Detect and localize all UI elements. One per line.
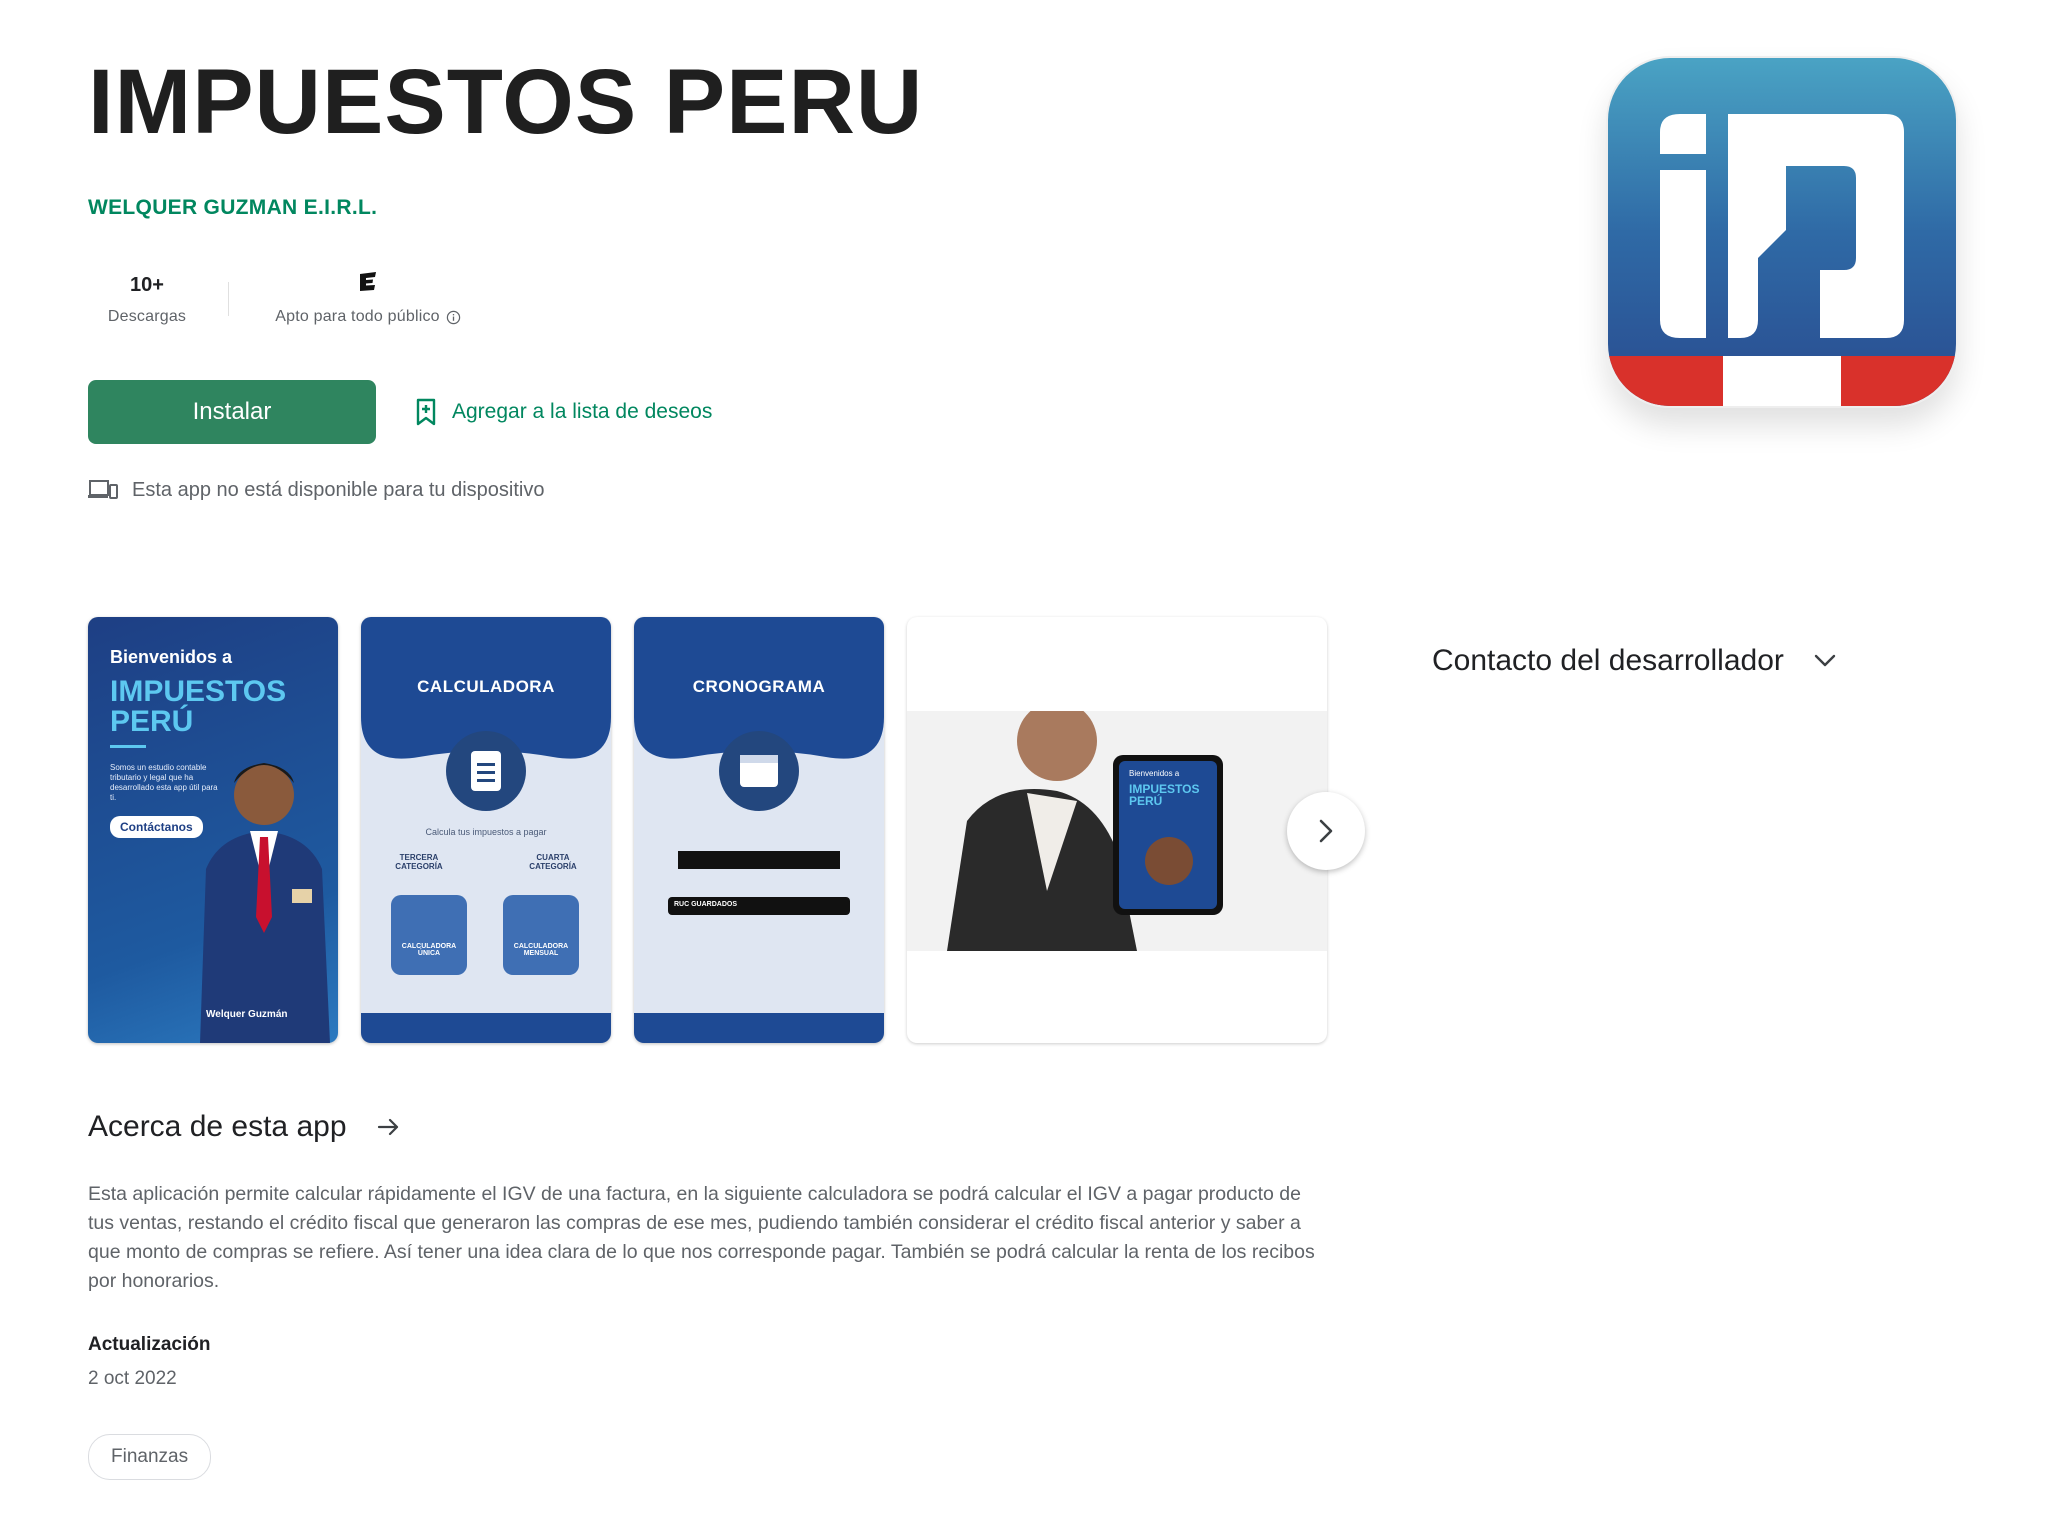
downloads-value: 10+	[130, 274, 164, 296]
bookmark-add-icon	[416, 398, 436, 426]
updated-value: 2 oct 2022	[88, 1368, 177, 1389]
shot2-tile2: CALCULADORA MENSUAL	[513, 943, 569, 957]
shot4-title: IMPUESTOS PERÚ	[1129, 782, 1200, 808]
app-title: IMPUESTOS PERU	[88, 51, 924, 153]
downloads-label: Descargas	[107, 308, 187, 325]
chevron-down-icon	[1814, 654, 1836, 667]
content-rating-stat[interactable]: Apto para todo público	[262, 270, 474, 326]
shot3-select: RUC GUARDADOS	[674, 901, 737, 908]
chevron-right-icon	[1319, 819, 1333, 843]
availability-notice: Esta app no está disponible para tu disp…	[88, 478, 545, 502]
shot2-left-toggle: TERCERA CATEGORÍA	[395, 853, 443, 871]
shot1-underline	[110, 745, 146, 748]
downloads-stat: 10+ Descargas	[88, 270, 206, 326]
shot1-brand: Welquer Guzmán	[206, 1009, 288, 1020]
shot4-welcome: Bienvenidos a	[1129, 769, 1180, 778]
carousel-next-button[interactable]	[1287, 792, 1365, 870]
app-icon	[1606, 56, 1958, 408]
screenshot-calculator[interactable]: CALCULADORA Calcula tus impuestos a paga…	[361, 617, 611, 1043]
info-icon[interactable]	[446, 310, 461, 325]
shot1-title: IMPUESTOS PERÚ	[110, 675, 287, 738]
category-chip[interactable]: Finanzas	[88, 1434, 212, 1480]
screenshot-promo[interactable]: Bienvenidos a IMPUESTOS PERÚ	[907, 617, 1327, 1043]
arrow-right-icon	[377, 1118, 398, 1136]
availability-text: Esta app no está disponible para tu disp…	[132, 478, 545, 501]
wishlist-label: Agregar a la lista de deseos	[452, 400, 713, 423]
shot2-right-toggle: CUARTA CATEGORÍA	[529, 853, 577, 871]
about-title: Acerca de esta app	[88, 1110, 347, 1143]
person-illustration	[200, 763, 330, 1043]
screenshot-welcome[interactable]: Bienvenidos a IMPUESTOS PERÚ Somos un es…	[88, 617, 338, 1043]
esrb-everyone-icon	[262, 270, 474, 300]
stat-divider	[228, 282, 229, 316]
developer-contact-toggle[interactable]: Contacto del desarrollador	[1432, 644, 1836, 678]
shot4-photo	[907, 711, 1327, 951]
shot1-welcome: Bienvenidos a	[110, 647, 233, 667]
wishlist-button[interactable]: Agregar a la lista de deseos	[414, 396, 712, 428]
content-rating-label: Apto para todo público	[275, 308, 440, 325]
shot2-title: CALCULADORA	[417, 677, 555, 696]
install-button[interactable]: Instalar	[88, 380, 376, 444]
devices-icon	[88, 480, 118, 499]
developer-contact-label: Contacto del desarrollador	[1432, 644, 1784, 677]
about-section-header[interactable]: Acerca de esta app	[88, 1110, 401, 1144]
screenshot-schedule[interactable]: CRONOGRAMA RUC GUARDADOS	[634, 617, 884, 1043]
updated-label: Actualización	[88, 1334, 211, 1355]
shot2-subtitle: Calcula tus impuestos a pagar	[425, 827, 547, 837]
shot3-title: CRONOGRAMA	[692, 677, 826, 696]
developer-link[interactable]: WELQUER GUZMAN E.I.R.L.	[88, 196, 377, 220]
shot2-tile1: CALCULADORA ÚNICA	[401, 943, 457, 957]
about-description: Esta aplicación permite calcular rápidam…	[88, 1183, 1315, 1292]
